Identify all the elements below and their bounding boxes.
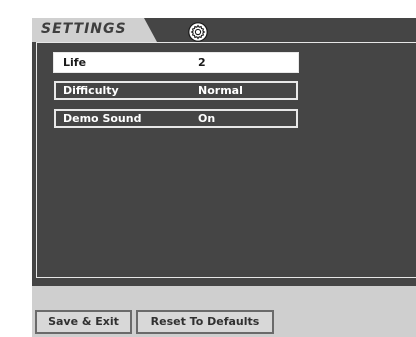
- setting-value: Normal: [198, 84, 243, 97]
- setting-value: 2: [198, 56, 206, 69]
- reset-defaults-button[interactable]: Reset To Defaults: [136, 310, 274, 334]
- settings-panel: [36, 42, 416, 278]
- settings-tab-label: SETTINGS: [41, 21, 127, 37]
- save-exit-button[interactable]: Save & Exit: [35, 310, 132, 334]
- setting-label: Difficulty: [63, 84, 119, 97]
- setting-label: Demo Sound: [63, 112, 142, 125]
- setting-label: Life: [63, 56, 87, 69]
- setting-row-demo-sound[interactable]: Demo Sound On: [54, 109, 298, 128]
- gear-icon[interactable]: [188, 22, 208, 42]
- settings-screen: SETTINGS Life 2 Difficulty Normal Demo S…: [0, 0, 416, 337]
- setting-value: On: [198, 112, 216, 125]
- setting-row-life[interactable]: Life 2: [53, 52, 299, 73]
- setting-row-difficulty[interactable]: Difficulty Normal: [54, 81, 298, 100]
